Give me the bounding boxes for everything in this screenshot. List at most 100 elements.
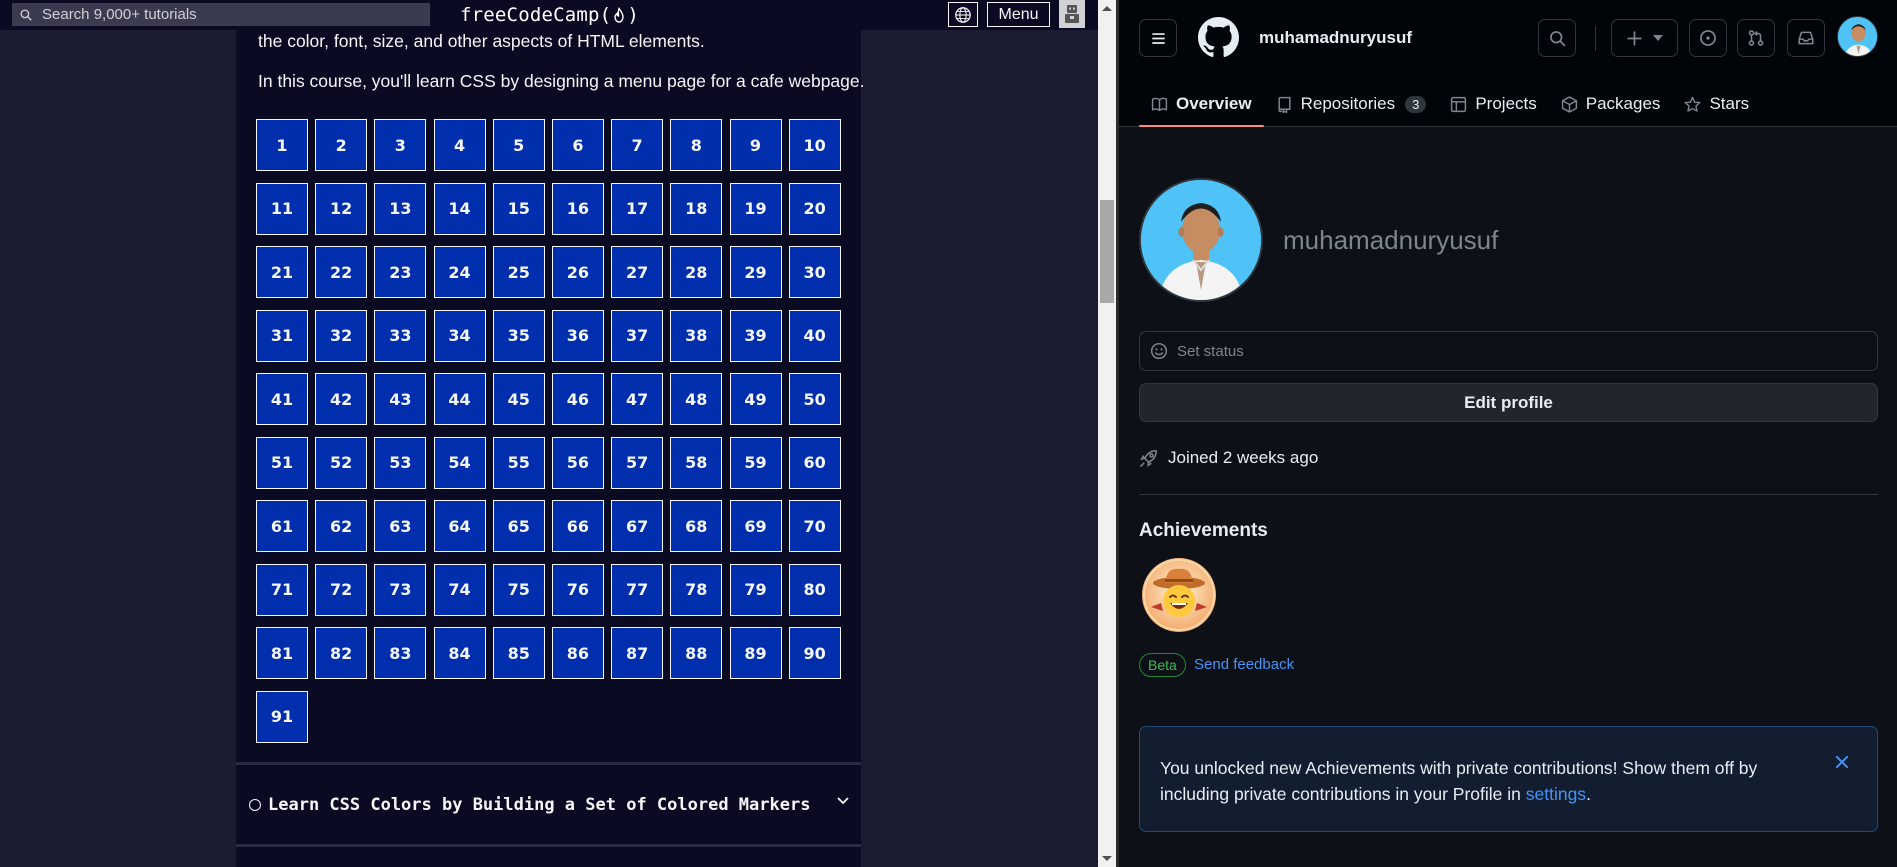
hamburger-button[interactable] bbox=[1139, 19, 1177, 57]
tab-stars[interactable]: Stars bbox=[1672, 82, 1761, 126]
step-button[interactable]: 21 bbox=[256, 246, 308, 298]
step-button[interactable]: 27 bbox=[611, 246, 664, 298]
step-button[interactable]: 84 bbox=[433, 627, 486, 679]
step-button[interactable]: 20 bbox=[788, 182, 841, 235]
step-button[interactable]: 26 bbox=[551, 246, 604, 298]
step-button[interactable]: 81 bbox=[256, 627, 308, 679]
tab-repositories[interactable]: Repositories 3 bbox=[1264, 82, 1439, 126]
step-button[interactable]: 8 bbox=[670, 119, 723, 171]
step-button[interactable]: 68 bbox=[670, 500, 723, 552]
step-button[interactable]: 54 bbox=[433, 436, 486, 489]
step-button[interactable]: 34 bbox=[433, 309, 486, 362]
step-button[interactable]: 60 bbox=[788, 436, 841, 489]
step-button[interactable]: 71 bbox=[256, 563, 308, 616]
fcc-logo[interactable]: freeCodeCamp( ) bbox=[460, 1, 639, 29]
step-button[interactable]: 52 bbox=[315, 436, 368, 489]
step-button[interactable]: 61 bbox=[256, 500, 308, 552]
step-button[interactable]: 22 bbox=[315, 246, 368, 298]
language-button[interactable] bbox=[948, 2, 978, 27]
user-avatar[interactable] bbox=[1059, 0, 1085, 28]
step-button[interactable]: 30 bbox=[788, 246, 841, 298]
step-button[interactable]: 85 bbox=[492, 627, 545, 679]
step-button[interactable]: 3 bbox=[374, 119, 427, 171]
step-button[interactable]: 83 bbox=[374, 627, 427, 679]
step-button[interactable]: 82 bbox=[315, 627, 368, 679]
step-button[interactable]: 40 bbox=[788, 309, 841, 362]
step-button[interactable]: 49 bbox=[729, 373, 782, 425]
scroll-down-arrow[interactable] bbox=[1102, 856, 1112, 861]
header-username[interactable]: muhamadnuryusuf bbox=[1259, 28, 1412, 48]
step-button[interactable]: 88 bbox=[670, 627, 723, 679]
menu-button[interactable]: Menu bbox=[987, 2, 1050, 27]
step-button[interactable]: 87 bbox=[611, 627, 664, 679]
settings-link[interactable]: settings bbox=[1526, 784, 1586, 804]
pull-requests-button[interactable] bbox=[1737, 19, 1775, 57]
step-button[interactable]: 78 bbox=[670, 563, 723, 616]
step-button[interactable]: 24 bbox=[433, 246, 486, 298]
step-button[interactable]: 56 bbox=[551, 436, 604, 489]
send-feedback-link[interactable]: Send feedback bbox=[1194, 656, 1294, 673]
step-button[interactable]: 67 bbox=[611, 500, 664, 552]
profile-avatar[interactable] bbox=[1139, 178, 1263, 302]
step-button[interactable]: 32 bbox=[315, 309, 368, 362]
step-button[interactable]: 42 bbox=[315, 373, 368, 425]
inbox-button[interactable] bbox=[1787, 19, 1825, 57]
achievement-badge[interactable] bbox=[1141, 557, 1217, 633]
step-button[interactable]: 86 bbox=[551, 627, 604, 679]
step-button[interactable]: 69 bbox=[729, 500, 782, 552]
step-button[interactable]: 59 bbox=[729, 436, 782, 489]
tab-packages[interactable]: Packages bbox=[1549, 82, 1673, 126]
scroll-up-arrow[interactable] bbox=[1102, 6, 1112, 11]
step-button[interactable]: 63 bbox=[374, 500, 427, 552]
step-button[interactable]: 44 bbox=[433, 373, 486, 425]
step-button[interactable]: 4 bbox=[433, 119, 486, 171]
step-button[interactable]: 74 bbox=[433, 563, 486, 616]
step-button[interactable]: 47 bbox=[611, 373, 664, 425]
step-button[interactable]: 17 bbox=[611, 182, 664, 235]
step-button[interactable]: 46 bbox=[551, 373, 604, 425]
step-button[interactable]: 29 bbox=[729, 246, 782, 298]
step-button[interactable]: 76 bbox=[551, 563, 604, 616]
step-button[interactable]: 89 bbox=[729, 627, 782, 679]
step-button[interactable]: 90 bbox=[788, 627, 841, 679]
step-button[interactable]: 79 bbox=[729, 563, 782, 616]
create-new-button[interactable] bbox=[1611, 19, 1678, 57]
step-button[interactable]: 62 bbox=[315, 500, 368, 552]
step-button[interactable]: 65 bbox=[492, 500, 545, 552]
step-button[interactable]: 12 bbox=[315, 182, 368, 235]
step-button[interactable]: 91 bbox=[256, 690, 308, 743]
step-button[interactable]: 45 bbox=[492, 373, 545, 425]
step-button[interactable]: 11 bbox=[256, 182, 308, 235]
step-button[interactable]: 57 bbox=[611, 436, 664, 489]
step-button[interactable]: 31 bbox=[256, 309, 308, 362]
step-button[interactable]: 43 bbox=[374, 373, 427, 425]
step-button[interactable]: 25 bbox=[492, 246, 545, 298]
set-status-button[interactable]: Set status bbox=[1139, 331, 1878, 371]
tab-overview[interactable]: Overview bbox=[1139, 82, 1264, 127]
step-button[interactable]: 35 bbox=[492, 309, 545, 362]
close-icon[interactable] bbox=[1833, 753, 1851, 771]
step-button[interactable]: 38 bbox=[670, 309, 723, 362]
step-button[interactable]: 39 bbox=[729, 309, 782, 362]
github-logo[interactable] bbox=[1198, 17, 1239, 58]
tab-projects[interactable]: Projects bbox=[1438, 82, 1548, 126]
step-button[interactable]: 37 bbox=[611, 309, 664, 362]
step-button[interactable]: 5 bbox=[492, 119, 545, 171]
fcc-scrollbar[interactable] bbox=[1098, 0, 1116, 867]
step-button[interactable]: 80 bbox=[788, 563, 841, 616]
step-button[interactable]: 41 bbox=[256, 373, 308, 425]
header-avatar[interactable] bbox=[1837, 16, 1878, 57]
step-button[interactable]: 73 bbox=[374, 563, 427, 616]
edit-profile-button[interactable]: Edit profile bbox=[1139, 383, 1878, 422]
step-button[interactable]: 10 bbox=[788, 119, 841, 171]
next-block-header[interactable]: Learn CSS Colors by Building a Set of Co… bbox=[236, 766, 861, 844]
step-button[interactable]: 33 bbox=[374, 309, 427, 362]
step-button[interactable]: 2 bbox=[315, 119, 368, 171]
step-button[interactable]: 14 bbox=[433, 182, 486, 235]
step-button[interactable]: 50 bbox=[788, 373, 841, 425]
step-button[interactable]: 64 bbox=[433, 500, 486, 552]
step-button[interactable]: 58 bbox=[670, 436, 723, 489]
step-button[interactable]: 9 bbox=[729, 119, 782, 171]
step-button[interactable]: 28 bbox=[670, 246, 723, 298]
step-button[interactable]: 51 bbox=[256, 436, 308, 489]
